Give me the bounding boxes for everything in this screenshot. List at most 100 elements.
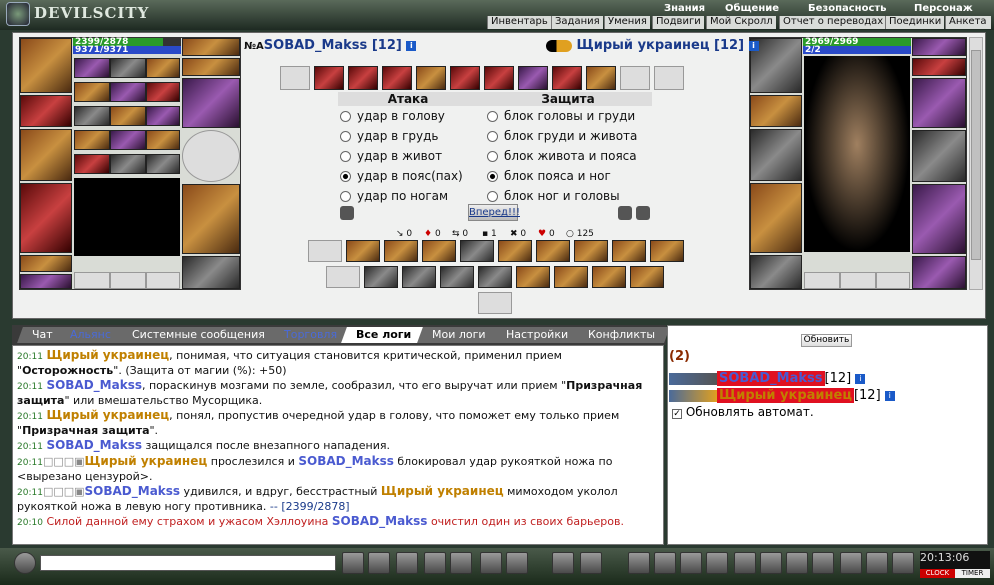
skill-slot[interactable] [650, 240, 684, 262]
rune-slot-13[interactable] [146, 106, 180, 126]
toolbar-icon[interactable] [368, 552, 390, 574]
toolbar-icon[interactable] [628, 552, 650, 574]
toolbar-icon[interactable] [396, 552, 418, 574]
toolbar-icon[interactable] [734, 552, 756, 574]
armor-slot[interactable] [20, 183, 72, 253]
ring-slot-2[interactable] [182, 58, 240, 76]
menu-skills[interactable]: Умения [604, 16, 650, 29]
timer-label[interactable]: TIMER [955, 569, 990, 578]
rune-slot-6[interactable] [110, 58, 146, 78]
boots-slot[interactable] [182, 256, 240, 289]
skill-slot[interactable] [384, 240, 418, 262]
skill-slot[interactable] [478, 266, 512, 288]
rune-slot-14[interactable] [146, 130, 180, 150]
player1-name[interactable]: №АSOBAD_Makss [12] i [244, 38, 417, 53]
attack-option[interactable]: удар по ногам [340, 189, 448, 203]
attack-radio[interactable] [340, 171, 351, 182]
belt-slot[interactable] [20, 255, 72, 272]
menu-feats[interactable]: Подвиги [652, 16, 704, 29]
rune-slot-2[interactable] [74, 82, 110, 102]
tab-settings[interactable]: Настройки [491, 327, 584, 343]
empty-slot-2[interactable] [110, 272, 146, 289]
forward-button[interactable]: Вперед!!! [468, 204, 520, 221]
skill-slot[interactable] [478, 292, 512, 314]
defense-radio[interactable] [487, 191, 498, 202]
defense-option[interactable]: блок ног и головы [487, 189, 620, 203]
attack-option[interactable]: удар в пояс(пах) [340, 169, 463, 183]
rune-slot-7[interactable] [110, 82, 146, 102]
toolbar-icon[interactable] [680, 552, 702, 574]
skill-slot[interactable] [346, 240, 380, 262]
amulet-slot[interactable] [20, 95, 72, 127]
toolbar-icon[interactable] [706, 552, 728, 574]
tactic-icon-1[interactable] [618, 206, 632, 220]
skill-slot[interactable] [402, 266, 436, 288]
skill-slot[interactable] [422, 240, 456, 262]
ring-slot-1[interactable] [182, 38, 240, 56]
toolbar-icon[interactable] [866, 552, 888, 574]
menu-communication[interactable]: Общение [725, 3, 779, 15]
auto-refresh[interactable]: ✓ Обновлять автомат. [672, 405, 814, 419]
menu-fights[interactable]: Поединки [885, 16, 945, 29]
attack-option[interactable]: удар в голову [340, 109, 445, 123]
attack-option[interactable]: удар в грудь [340, 129, 438, 143]
defense-option[interactable]: блок головы и груди [487, 109, 635, 123]
defense-radio[interactable] [487, 151, 498, 162]
rune-slot-4[interactable] [74, 130, 110, 150]
skill-slot[interactable] [498, 240, 532, 262]
clock-label[interactable]: CLOCK [920, 569, 955, 578]
chat-input[interactable] [40, 555, 336, 571]
toolbar-icon[interactable] [840, 552, 862, 574]
tab-conflicts[interactable]: Конфликты [573, 327, 670, 343]
extra-slot[interactable] [20, 274, 72, 289]
defense-radio[interactable] [487, 111, 498, 122]
fighter-2[interactable]: Щирый украинец [12] i [669, 388, 895, 403]
toolbar-icon[interactable] [760, 552, 782, 574]
skill-slot[interactable] [326, 266, 360, 288]
auto-refresh-checkbox[interactable]: ✓ [672, 409, 682, 419]
info-icon[interactable]: i [884, 390, 895, 401]
helmet-slot[interactable] [20, 38, 72, 93]
player2-name[interactable]: Щирый украинец [12] i [546, 38, 759, 53]
skill-slot[interactable] [364, 266, 398, 288]
toolbar-icon[interactable] [552, 552, 574, 574]
info-icon[interactable]: i [406, 40, 417, 51]
tab-alliance[interactable]: Альянс [55, 327, 126, 343]
info-icon[interactable]: i [748, 40, 759, 51]
defense-option[interactable]: блок груди и живота [487, 129, 637, 143]
menu-inventory[interactable]: Инвентарь [487, 16, 551, 29]
skill-slot[interactable] [516, 266, 550, 288]
empty-slot-3[interactable] [146, 272, 180, 289]
toolbar-icon[interactable] [786, 552, 808, 574]
rune-slot-3[interactable] [74, 106, 110, 126]
menu-profile[interactable]: Анкета [945, 16, 991, 29]
attack-radio[interactable] [340, 151, 351, 162]
defense-radio[interactable] [487, 171, 498, 182]
toolbar-icon[interactable] [480, 552, 502, 574]
weapon-slot[interactable] [20, 129, 72, 181]
menu-quests[interactable]: Задания [551, 16, 603, 29]
info-icon[interactable]: i [855, 373, 866, 384]
toolbar-icon[interactable] [580, 552, 602, 574]
defense-radio[interactable] [487, 131, 498, 142]
empty-slot-1[interactable] [74, 272, 110, 289]
tactic-icon-left[interactable] [340, 206, 354, 220]
menu-scroll[interactable]: Мой Скролл [706, 16, 776, 29]
rune-slot-1[interactable] [74, 58, 110, 78]
rune-slot-12[interactable] [146, 82, 180, 102]
rune-slot-8[interactable] [110, 106, 146, 126]
tab-all-logs[interactable]: Все логи [341, 327, 427, 343]
rune-slot-10[interactable] [110, 154, 146, 174]
defense-option[interactable]: блок пояса и ног [487, 169, 611, 183]
toolbar-icon[interactable] [506, 552, 528, 574]
toolbar-icon[interactable] [892, 552, 914, 574]
rune-slot-15[interactable] [146, 154, 180, 174]
toolbar-icon[interactable] [654, 552, 676, 574]
menu-security[interactable]: Безопасность [808, 3, 887, 15]
gloves-slot[interactable] [182, 78, 240, 128]
fighter-1[interactable]: SOBAD_Makss [12] i [669, 371, 866, 386]
skill-slot[interactable] [554, 266, 588, 288]
toolbar-icon[interactable] [450, 552, 472, 574]
attack-option[interactable]: удар в живот [340, 149, 442, 163]
skill-slot[interactable] [460, 240, 494, 262]
